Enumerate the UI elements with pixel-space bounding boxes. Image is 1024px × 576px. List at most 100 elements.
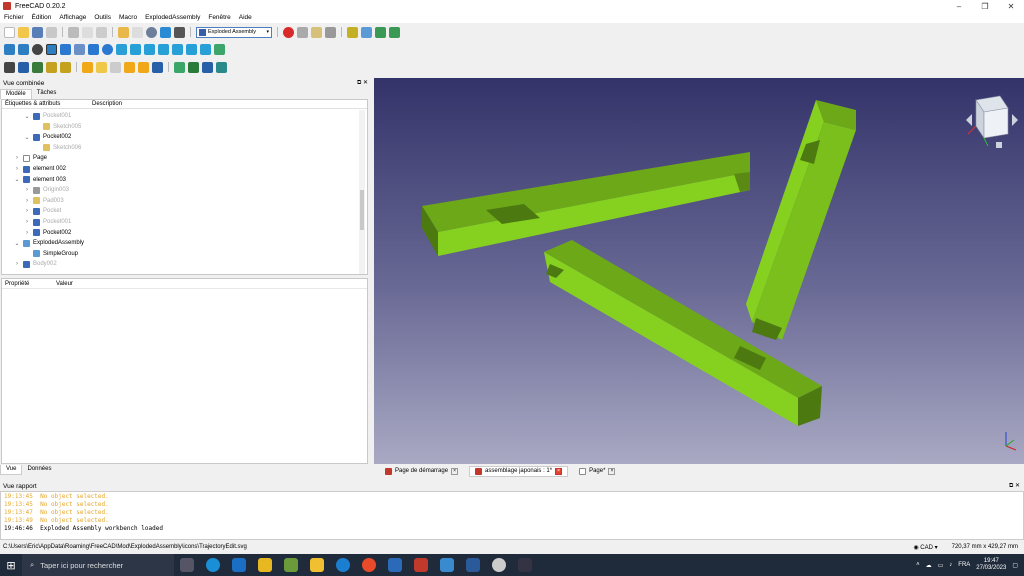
macro-run-icon[interactable] xyxy=(325,26,336,38)
tab-taches[interactable]: Tâches xyxy=(32,89,62,99)
measure-icon[interactable] xyxy=(214,43,225,55)
maximize-button[interactable]: ❐ xyxy=(972,0,998,12)
beam-upper[interactable] xyxy=(422,152,750,256)
cut-icon[interactable] xyxy=(68,26,79,38)
right-view-icon[interactable] xyxy=(158,43,169,55)
tree-item[interactable]: › Pocket xyxy=(24,206,61,216)
close-tab-icon[interactable]: × xyxy=(451,467,459,475)
tree-scrollbar[interactable] xyxy=(359,110,365,274)
tray-chevron-icon[interactable]: ˄ xyxy=(916,562,920,568)
ie-icon[interactable] xyxy=(336,558,350,572)
expand-chevron-icon[interactable]: ⌄ xyxy=(24,134,30,141)
left-view-icon[interactable] xyxy=(200,43,211,55)
tab-modele[interactable]: Modèle xyxy=(0,89,32,99)
file-explorer-icon[interactable] xyxy=(310,558,324,572)
copy-icon[interactable] xyxy=(82,26,93,38)
open-file-icon[interactable] xyxy=(18,26,29,38)
wire-group-icon[interactable] xyxy=(46,61,57,73)
expand-chevron-icon[interactable]: › xyxy=(14,155,20,161)
bottom-view-icon[interactable] xyxy=(186,43,197,55)
app-icon[interactable] xyxy=(284,558,298,572)
refresh-icon[interactable] xyxy=(146,26,157,38)
sync-view-icon[interactable] xyxy=(88,43,99,55)
expand-chevron-icon[interactable]: › xyxy=(24,187,30,193)
beam-right[interactable] xyxy=(746,100,856,340)
new-file-icon[interactable] xyxy=(4,26,15,38)
tab-page-de-demarrage[interactable]: Page de démarrage × xyxy=(380,467,463,476)
macro-stop-icon[interactable] xyxy=(297,26,308,38)
link-actions-icon[interactable] xyxy=(389,26,400,38)
clock[interactable]: 19:47 27/03/2023 xyxy=(976,558,1006,572)
tab-donnees[interactable]: Données xyxy=(22,465,56,475)
expand-chevron-icon[interactable]: › xyxy=(24,198,30,204)
tree-item[interactable]: › element 002 xyxy=(14,164,66,174)
menu-outils[interactable]: Outils xyxy=(90,14,115,21)
folder-group-icon[interactable] xyxy=(361,26,372,38)
tree-item[interactable]: ⌄ element 003 xyxy=(14,175,66,185)
expand-chevron-icon[interactable]: › xyxy=(14,261,20,267)
expand-chevron-icon[interactable]: ⌄ xyxy=(14,176,20,183)
edit-trajectory-icon[interactable] xyxy=(60,61,71,73)
language-indicator[interactable]: FRA xyxy=(958,562,970,568)
create-group-icon[interactable] xyxy=(18,61,29,73)
close-tab-icon[interactable]: × xyxy=(555,467,563,475)
paste-icon[interactable] xyxy=(96,26,107,38)
tree-item[interactable]: SimpleGroup xyxy=(24,249,78,259)
windows-start-icon[interactable]: ⊞ xyxy=(0,554,22,576)
notifications-icon[interactable]: ▢ xyxy=(1012,562,1018,569)
menu-macro[interactable]: Macro xyxy=(115,14,141,21)
tree-item[interactable]: › Pocket002 xyxy=(24,228,71,238)
menu-edition[interactable]: Édition xyxy=(28,14,56,21)
navigation-cube[interactable] xyxy=(966,95,1018,148)
draw-style-icon[interactable] xyxy=(32,43,43,55)
go-to-start-icon[interactable] xyxy=(82,61,93,73)
back-arrow-icon[interactable] xyxy=(60,43,71,55)
menu-fenetre[interactable]: Fenêtre xyxy=(204,14,234,21)
pause-icon[interactable] xyxy=(110,61,121,73)
navigation-style[interactable]: ◉ CAD ▾ xyxy=(913,544,937,551)
save-icon[interactable] xyxy=(32,26,43,38)
app-icon[interactable] xyxy=(440,558,454,572)
3d-viewport[interactable] xyxy=(374,78,1024,464)
tree-item[interactable]: Sketch005 xyxy=(34,122,81,132)
scrollbar-thumb[interactable] xyxy=(360,190,364,230)
zoom-icon[interactable] xyxy=(102,43,113,55)
expand-chevron-icon[interactable]: ⌄ xyxy=(14,240,20,247)
freecad-taskbar-icon[interactable] xyxy=(414,558,428,572)
expand-chevron-icon[interactable]: › xyxy=(24,219,30,225)
menu-aide[interactable]: Aide xyxy=(235,14,256,21)
print-icon[interactable] xyxy=(46,26,57,38)
animation-icon[interactable] xyxy=(174,61,185,73)
expand-chevron-icon[interactable]: › xyxy=(24,230,30,236)
tab-assemblage-japonais[interactable]: assemblage japonais : 1* × xyxy=(469,465,569,477)
align-icon[interactable] xyxy=(202,61,213,73)
app-icon[interactable] xyxy=(518,558,532,572)
panel-controls[interactable]: ⧉ ✕ xyxy=(357,79,368,87)
restore-position-icon[interactable] xyxy=(216,61,227,73)
app-icon[interactable] xyxy=(258,558,272,572)
expand-chevron-icon[interactable]: › xyxy=(14,166,20,172)
front-view-icon[interactable] xyxy=(130,43,141,55)
menu-explodedassembly[interactable]: ExplodedAssembly xyxy=(141,14,204,21)
tab-page[interactable]: Page* × xyxy=(574,467,620,476)
play-forward-icon[interactable] xyxy=(124,61,135,73)
volume-icon[interactable]: ♪ xyxy=(949,562,952,568)
place-before-icon[interactable] xyxy=(152,61,163,73)
tree-item[interactable]: › Pad003 xyxy=(24,196,64,206)
top-view-icon[interactable] xyxy=(144,43,155,55)
macro-record-icon[interactable] xyxy=(283,26,294,38)
battery-icon[interactable]: ▭ xyxy=(938,562,944,569)
app-icon[interactable] xyxy=(388,558,402,572)
chrome-icon[interactable] xyxy=(362,558,376,572)
bounding-box-icon[interactable] xyxy=(46,43,57,55)
tree-item[interactable]: › Origin003 xyxy=(24,185,69,195)
task-view-icon[interactable] xyxy=(180,558,194,572)
macro-edit-icon[interactable] xyxy=(311,26,322,38)
redo-icon[interactable] xyxy=(132,26,143,38)
go-to-end-icon[interactable] xyxy=(138,61,149,73)
panel-controls[interactable]: ⧉ ✕ xyxy=(1009,482,1020,490)
forward-arrow-icon[interactable] xyxy=(74,43,85,55)
assembly-icon[interactable] xyxy=(347,26,358,38)
camera-icon[interactable] xyxy=(188,61,199,73)
expand-chevron-icon[interactable]: ⌄ xyxy=(24,113,30,120)
